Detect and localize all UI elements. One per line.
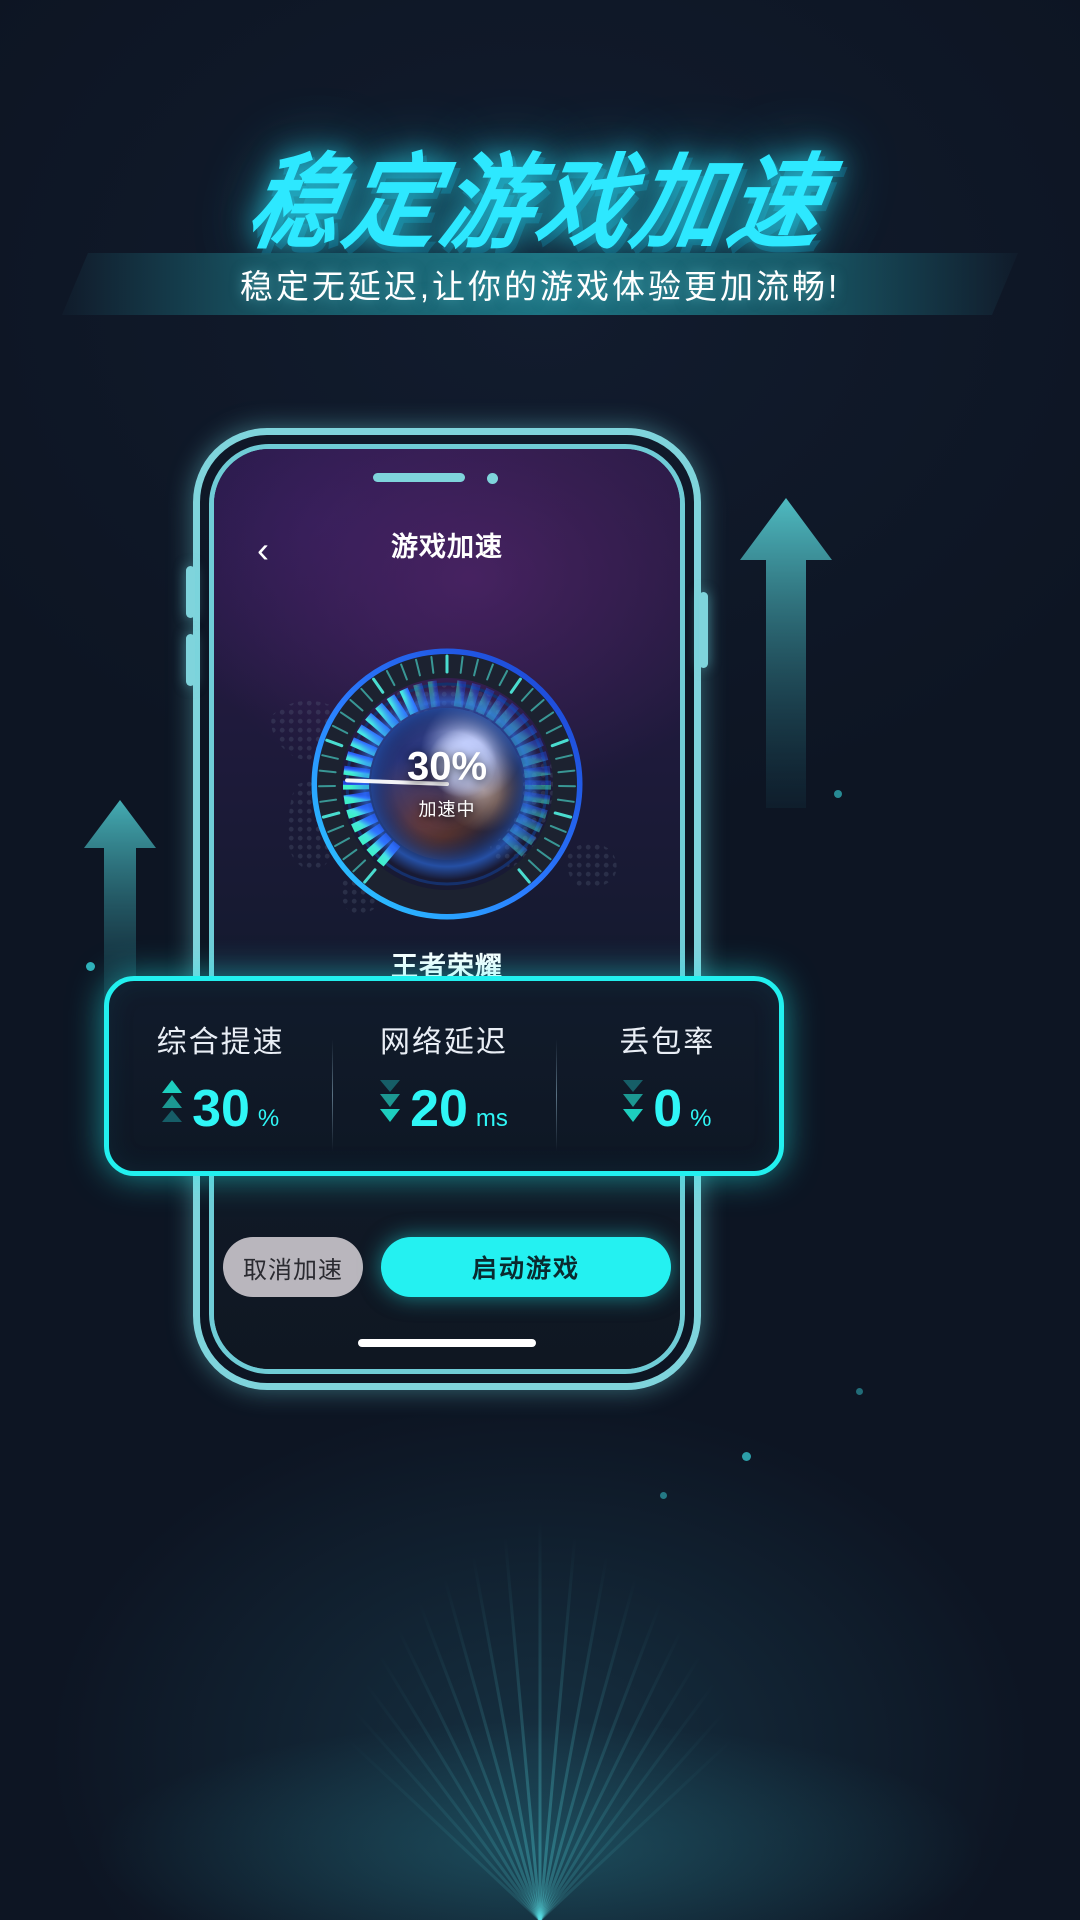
start-game-button[interactable]: 启动游戏 [381,1237,671,1297]
phone-front-camera [487,473,498,484]
stat-unit: % [257,1105,280,1132]
phone-power-button[interactable] [699,592,708,668]
decor-dot [834,790,842,798]
gauge-status: 加速中 [418,799,476,820]
decor-dot [86,962,95,971]
stat-value: 30 % [109,1080,332,1138]
floor-glow [90,1720,990,1920]
stat-number: 30 [192,1080,250,1138]
stat-label: 丢包率 [619,1026,716,1059]
app-navbar: ‹ 游戏加速 [214,521,680,579]
poster-canvas: 稳定游戏加速 稳定无延迟,让你的游戏体验更加流畅! ‹ 游戏加速 30% 加速中… [0,0,1080,1920]
decor-dot [856,1388,863,1395]
stat-label: 网络延迟 [379,1026,508,1059]
stat-value: 0 % [556,1080,779,1138]
phone-screen-frame: ‹ 游戏加速 30% 加速中 王者荣耀 取消加速 启动游戏 [209,444,685,1374]
stat-unit: ms [475,1105,508,1132]
stat-item-boost: 综合提速 30 % [109,1017,332,1135]
stat-number: 0 [653,1080,683,1138]
gauge-readout: 30% 加速中 [308,747,586,822]
stats-card: 综合提速 30 % 网络延迟 20 ms 丢包率 0 % [104,976,784,1176]
phone-speaker [373,473,465,482]
stat-value: 20 ms [332,1080,555,1138]
stat-item-packet-loss: 丢包率 0 % [555,1017,779,1151]
action-button-row: 取消加速 启动游戏 [214,1237,680,1297]
navbar-title: 游戏加速 [391,531,503,562]
stat-number: 20 [410,1080,468,1138]
decor-dot [742,1452,751,1461]
decor-dot [660,1492,667,1499]
cancel-acceleration-button[interactable]: 取消加速 [223,1237,363,1297]
gauge-percent: 30% [406,744,488,789]
stat-label: 综合提速 [156,1026,285,1059]
subtitle-text: 稳定无延迟,让你的游戏体验更加流畅! [239,268,841,305]
arrow-up-double-icon [162,1080,183,1127]
page-title: 稳定游戏加速 [240,146,837,262]
phone-screen: ‹ 游戏加速 30% 加速中 王者荣耀 取消加速 启动游戏 [214,449,680,1369]
phone-volume-up-button[interactable] [186,566,195,618]
home-indicator [358,1339,536,1347]
arrow-up-large-right-icon [740,498,832,808]
stat-unit: % [690,1105,712,1132]
stat-item-latency: 网络延迟 20 ms [332,1017,555,1151]
arrow-down-double-icon [623,1080,644,1127]
arrow-down-double-icon [380,1080,401,1127]
phone-volume-down-button[interactable] [186,634,195,686]
speed-gauge: 30% 加速中 [308,645,586,923]
